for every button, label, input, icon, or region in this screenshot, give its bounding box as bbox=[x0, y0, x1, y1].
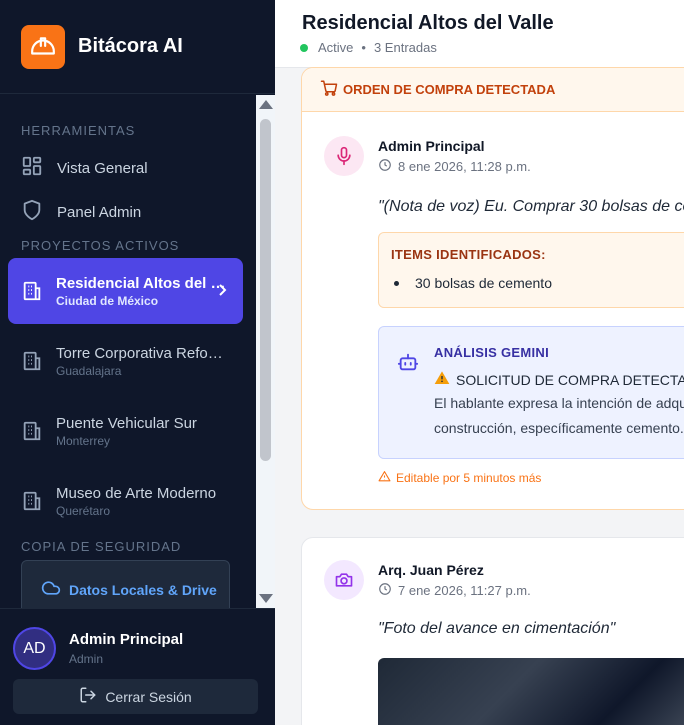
project-item-puente[interactable]: Puente Vehicular Sur Monterrey bbox=[8, 398, 243, 464]
scroll-down-arrow-icon[interactable] bbox=[259, 594, 273, 603]
gemini-summary: SOLICITUD DE COMPRA DETECTADA bbox=[434, 370, 684, 389]
purchase-order-banner: ORDEN DE COMPRA DETECTADA bbox=[302, 68, 684, 112]
brand-title: Bitácora AI bbox=[78, 35, 183, 57]
items-title: ITEMS IDENTIFICADOS: bbox=[391, 247, 546, 262]
gemini-analysis-box: ANÁLISIS GEMINI SOLICITUD DE COMPRA DETE… bbox=[378, 326, 684, 459]
camera-icon bbox=[324, 560, 364, 600]
section-label-tools: HERRAMIENTAS bbox=[21, 123, 136, 138]
sidebar: Bitácora AI HERRAMIENTAS Vista General P… bbox=[0, 0, 275, 725]
clock-icon bbox=[378, 158, 392, 175]
identified-items-box: ITEMS IDENTIFICADOS: 30 bolsas de cement… bbox=[378, 232, 684, 308]
main-content: Residencial Altos del Valle Active • 3 E… bbox=[275, 0, 684, 725]
project-item-torre[interactable]: Torre Corporativa Reforma Guadalajara bbox=[8, 328, 243, 394]
sidebar-scrollbar[interactable] bbox=[256, 95, 275, 608]
banner-label: ORDEN DE COMPRA DETECTADA bbox=[343, 82, 556, 97]
project-item-residencial[interactable]: Residencial Altos del Valle Ciudad de Mé… bbox=[8, 258, 243, 324]
user-name: Admin Principal bbox=[69, 631, 184, 648]
gemini-title: ANÁLISIS GEMINI bbox=[434, 345, 550, 360]
clock-icon bbox=[378, 582, 392, 599]
page-header: Residencial Altos del Valle Active • 3 E… bbox=[275, 0, 684, 68]
entry-timestamp: 8 ene 2026, 11:28 p.m. bbox=[378, 158, 531, 175]
entries-count: 3 Entradas bbox=[373, 40, 437, 55]
section-label-projects: PROYECTOS ACTIVOS bbox=[21, 238, 180, 253]
hard-hat-icon bbox=[21, 24, 65, 69]
sidebar-item-label: Vista General bbox=[57, 159, 148, 177]
sidebar-nav: HERRAMIENTAS Vista General Panel Admin P… bbox=[0, 95, 275, 608]
entry-author: Admin Principal bbox=[378, 138, 485, 154]
gemini-summary-text: SOLICITUD DE COMPRA DETECTADA bbox=[456, 371, 684, 388]
logout-button[interactable]: Cerrar Sesión bbox=[13, 679, 258, 714]
logout-label: Cerrar Sesión bbox=[105, 688, 192, 705]
entry-timestamp: 7 ene 2026, 11:27 p.m. bbox=[378, 582, 531, 599]
cloud-icon bbox=[41, 578, 61, 603]
backup-label: Datos Locales & Drive bbox=[69, 582, 217, 598]
entry-quote: "Foto del avance en cimentación" bbox=[378, 620, 616, 637]
building-icon bbox=[21, 490, 43, 512]
user-role: Admin bbox=[69, 652, 104, 666]
separator: • bbox=[361, 40, 366, 55]
building-icon bbox=[21, 420, 43, 442]
timestamp-text: 7 ene 2026, 11:27 p.m. bbox=[398, 583, 531, 598]
status-dot bbox=[300, 43, 308, 52]
microphone-icon bbox=[324, 136, 364, 176]
gemini-detail: El hablante expresa la intención de adqu… bbox=[434, 395, 684, 411]
logout-icon bbox=[79, 686, 97, 707]
avatar[interactable]: AD bbox=[13, 627, 56, 670]
project-name: Museo de Arte Moderno bbox=[56, 484, 217, 502]
entry-author: Arq. Juan Pérez bbox=[378, 562, 484, 578]
timestamp-text: 8 ene 2026, 11:28 p.m. bbox=[398, 159, 531, 174]
project-city: Monterrey bbox=[56, 433, 111, 448]
scroll-up-arrow-icon[interactable] bbox=[259, 100, 273, 109]
user-panel: AD Admin Principal Admin Cerrar Sesión bbox=[0, 608, 275, 725]
item-text: 30 bolsas de cemento bbox=[415, 275, 552, 291]
sidebar-item-label: Panel Admin bbox=[57, 203, 142, 221]
editable-text: Editable por 5 minutos más bbox=[396, 471, 542, 485]
entry-card: Arq. Juan Pérez 7 ene 2026, 11:27 p.m. "… bbox=[301, 537, 684, 725]
status-badge: Active bbox=[318, 40, 354, 55]
gemini-detail: construcción, específicamente cemento. bbox=[434, 420, 684, 436]
project-city: Ciudad de México bbox=[56, 293, 159, 308]
section-label-backup: COPIA DE SEGURIDAD bbox=[21, 539, 182, 554]
warning-icon bbox=[434, 370, 450, 389]
brand-header: Bitácora AI bbox=[0, 0, 275, 94]
backup-drive-button[interactable]: Datos Locales & Drive bbox=[21, 560, 230, 608]
sidebar-item-panel-admin[interactable]: Panel Admin bbox=[8, 192, 243, 232]
project-name: Torre Corporativa Reforma bbox=[56, 344, 226, 362]
sidebar-item-vista-general[interactable]: Vista General bbox=[8, 148, 243, 188]
list-item: 30 bolsas de cemento bbox=[391, 275, 552, 291]
project-name: Residencial Altos del Valle bbox=[56, 274, 226, 292]
building-icon bbox=[21, 350, 43, 372]
bot-icon bbox=[397, 351, 419, 378]
entry-quote: "(Nota de voz) Eu. Comprar 30 bolsas de … bbox=[378, 198, 684, 215]
project-item-museo[interactable]: Museo de Arte Moderno Querétaro bbox=[8, 468, 243, 534]
dashboard-icon bbox=[21, 155, 43, 181]
shopping-cart-icon bbox=[320, 79, 338, 100]
shield-icon bbox=[21, 199, 43, 225]
building-icon bbox=[21, 280, 43, 302]
scroll-thumb[interactable] bbox=[260, 119, 271, 461]
status-row: Active • 3 Entradas bbox=[300, 40, 437, 55]
entry-card: ORDEN DE COMPRA DETECTADA Admin Principa… bbox=[301, 67, 684, 510]
project-city: Querétaro bbox=[56, 503, 111, 518]
bullet bbox=[394, 280, 399, 286]
warning-icon bbox=[378, 470, 391, 486]
entry-photo[interactable] bbox=[378, 658, 684, 725]
page-title: Residencial Altos del Valle bbox=[302, 12, 554, 34]
editable-notice: Editable por 5 minutos más bbox=[378, 470, 541, 486]
chevron-right-icon bbox=[215, 281, 229, 304]
project-name: Puente Vehicular Sur bbox=[56, 414, 197, 432]
project-city: Guadalajara bbox=[56, 363, 122, 378]
